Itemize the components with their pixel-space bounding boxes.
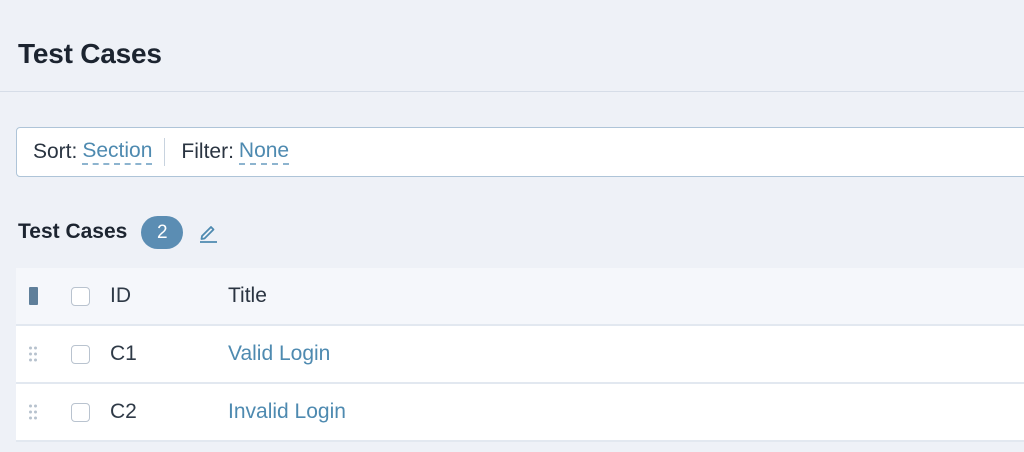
column-toggle-icon[interactable] [28, 287, 38, 305]
sort-control: Sort: Section [17, 128, 164, 176]
select-all-checkbox[interactable] [70, 286, 90, 306]
drag-handle-icon[interactable] [28, 345, 38, 363]
drag-handle-cell [16, 403, 50, 421]
id-column-header[interactable]: ID [110, 284, 228, 308]
section-header: Test Cases 2 [18, 214, 219, 250]
test-cases-table: ID Title C1 Valid Login C2 Invalid Login [16, 268, 1024, 442]
count-badge: 2 [141, 215, 184, 249]
table-row: C2 Invalid Login [16, 384, 1024, 442]
case-title-link[interactable]: Invalid Login [228, 400, 346, 423]
case-title-cell: Valid Login [228, 342, 1024, 366]
row-checkbox[interactable] [70, 344, 90, 364]
table-row: C1 Valid Login [16, 326, 1024, 384]
row-checkbox-cell [50, 344, 110, 364]
case-id: C1 [110, 342, 137, 365]
page-header: Test Cases [0, 0, 1024, 92]
page-title: Test Cases [18, 38, 162, 69]
case-title-link[interactable]: Valid Login [228, 342, 330, 365]
filter-control: Filter: None [165, 128, 290, 176]
select-all-cell [50, 286, 110, 306]
filter-label: Filter: [181, 140, 234, 163]
sort-filter-toolbar: Sort: Section Filter: None [16, 127, 1024, 177]
row-checkbox[interactable] [70, 402, 90, 422]
column-toggle-cell [16, 287, 50, 305]
case-id: C2 [110, 400, 137, 423]
pencil-icon[interactable] [197, 221, 219, 243]
sort-label: Sort: [33, 140, 78, 163]
table-header-row: ID Title [16, 268, 1024, 326]
drag-handle-cell [16, 345, 50, 363]
row-checkbox-cell [50, 402, 110, 422]
drag-handle-icon[interactable] [28, 403, 38, 421]
filter-value-link[interactable]: None [238, 139, 290, 165]
title-column-header[interactable]: Title [228, 284, 1024, 308]
case-title-cell: Invalid Login [228, 400, 1024, 424]
section-title: Test Cases [18, 220, 128, 243]
sort-value-link[interactable]: Section [82, 139, 153, 165]
